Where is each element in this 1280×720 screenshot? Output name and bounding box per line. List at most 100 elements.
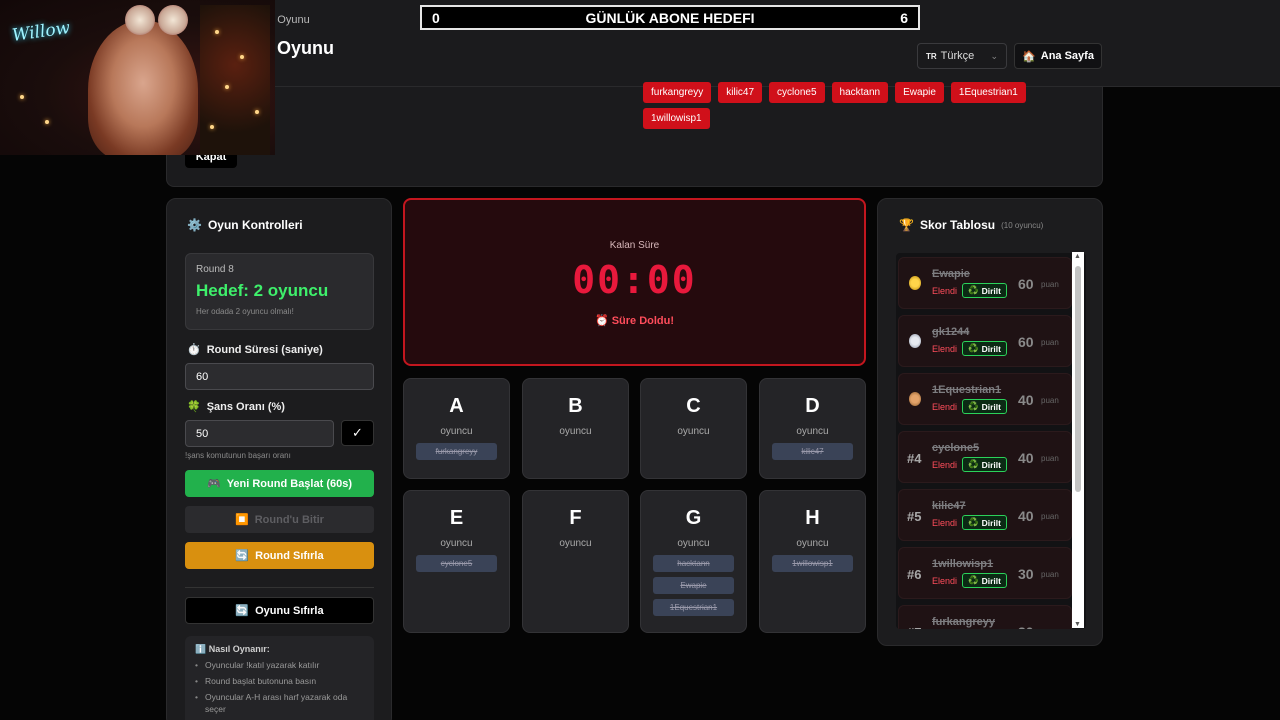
eliminated-label: Elendi [932, 460, 958, 470]
score-row: #7furkangreyyElendi♻️Dirilt30puan [898, 605, 1072, 629]
room-letter: H [805, 507, 820, 529]
room-a: Aoyuncu furkangreyy [403, 378, 510, 479]
eliminated-label: Elendi [932, 402, 958, 412]
timer-icon: ⏱️ [187, 344, 201, 356]
room-players: furkangreyy [404, 443, 509, 460]
points-unit: puan [1041, 628, 1059, 629]
rank-label: #6 [907, 567, 922, 582]
player-points: 40 [1018, 508, 1034, 524]
headband-ornament [158, 5, 188, 35]
player-chip: hacktann [653, 555, 734, 572]
player-chip: Ewapie [653, 577, 734, 594]
round-goal: Hedef: 2 oyuncu [196, 281, 329, 300]
revive-button[interactable]: ♻️ Dirilt [962, 399, 1007, 414]
eliminated-tag: cyclone5 [769, 82, 825, 103]
scoreboard-list[interactable]: Ewapie Elendi ♻️ Dirilt 60 puan gk1244 Elendi ♻️… [896, 253, 1086, 629]
timer-status: ⏰ Süre Doldu! [594, 315, 675, 327]
room-g: Goyuncu hacktann Ewapie 1Equestrian1 [640, 490, 747, 633]
language-select[interactable]: TR Türkçe ⌄ [917, 43, 1007, 69]
home-button-label: Ana Sayfa [1040, 50, 1094, 62]
gear-icon: ⚙️ [187, 218, 202, 232]
points-unit: puan [1041, 338, 1059, 347]
player-chip: 1willowisp1 [772, 555, 853, 572]
revive-button[interactable]: ♻️ Dirilt [962, 341, 1007, 356]
scroll-down-icon[interactable]: ▼ [1074, 621, 1081, 628]
timer-panel: Kalan Süre 00:00 ⏰ Süre Doldu! [403, 198, 866, 366]
revive-label: Dirilt [981, 401, 1001, 412]
howto-item: Round başlat butonuna basın [195, 675, 364, 687]
eliminated-label: Elendi [932, 286, 958, 296]
chance-input[interactable]: 50 [185, 420, 334, 447]
player-points: 30 [1018, 566, 1034, 582]
house-icon: 🏠 [1022, 50, 1036, 63]
revive-button[interactable]: ♻️ Dirilt [962, 515, 1007, 530]
room-letter: C [686, 395, 701, 417]
revive-button[interactable]: ♻️ Dirilt [962, 283, 1007, 298]
start-round-button[interactable]: 🎮 Yeni Round Başlat (60s) [185, 470, 374, 497]
player-points: 60 [1018, 276, 1034, 292]
room-players: kilic47 [760, 443, 865, 460]
home-button[interactable]: 🏠 Ana Sayfa [1014, 43, 1102, 69]
recycle-icon: ♻️ [968, 401, 979, 411]
player-chip: kilic47 [772, 443, 853, 460]
clover-icon: 🍀 [187, 401, 201, 413]
howto-item: Oyuncular A-H arası harf yazarak oda seç… [195, 691, 364, 715]
room-player-label: oyuncu [796, 426, 829, 437]
room-letter: G [685, 507, 702, 529]
room-player-label: oyuncu [559, 426, 592, 437]
player-chip: 1Equestrian1 [653, 599, 734, 616]
eliminated-label: Elendi [932, 518, 958, 528]
player-points: 40 [1018, 392, 1034, 408]
room-letter: E [449, 507, 464, 529]
player-count: (10 oyuncu) [1001, 220, 1044, 230]
room-e: Eoyuncu cyclone5 [403, 490, 510, 633]
reset-round-button[interactable]: 🔄 Round Sıfırla [185, 542, 374, 569]
chance-hint: !şans komutunun başarı oranı [185, 451, 291, 460]
revive-button[interactable]: ♻️ Dirilt [962, 457, 1007, 472]
eliminated-tag: Ewapie [895, 82, 944, 103]
revive-label: Dirilt [981, 459, 1001, 470]
player-name: Ewapie [932, 268, 970, 280]
room-player-label: oyuncu [677, 426, 710, 437]
subscriber-goal-bar: 0 GÜNLÜK ABONE HEDEFI 6 [420, 5, 920, 30]
duration-input[interactable]: 60 [185, 363, 374, 390]
room-players: cyclone5 [404, 555, 509, 572]
recycle-icon: ♻️ [968, 575, 979, 585]
player-chip: cyclone5 [416, 555, 497, 572]
chance-label: 🍀 Şans Oranı (%) [187, 400, 285, 414]
timer-label: Kalan Süre [609, 240, 660, 251]
medal-icon [909, 334, 921, 348]
room-d: Doyuncu kilic47 [759, 378, 866, 479]
score-row: #6 1willowisp1 Elendi ♻️ Dirilt 30 puan [898, 547, 1072, 599]
points-unit: puan [1041, 454, 1059, 463]
subgoal-current: 0 [432, 9, 440, 26]
room-letter: B [568, 395, 583, 417]
game-controls-panel: ⚙️ Oyun Kontrolleri Round 8 Hedef: 2 oyu… [166, 198, 392, 720]
howto-title: ℹ️ Nasıl Oynanır: [195, 644, 270, 654]
alarm-clock-icon: ⏰ [594, 315, 609, 327]
rank-label: #7 [907, 625, 921, 629]
score-row: gk1244 Elendi ♻️ Dirilt 60 puan [898, 315, 1072, 367]
webcam-overlay: Willow [0, 0, 275, 155]
finish-round-button[interactable]: ⏹️ Round'u Bitir [185, 506, 374, 533]
controls-title: ⚙️ Oyun Kontrolleri [187, 218, 303, 232]
eliminated-tag: hacktann [831, 82, 889, 103]
scoreboard-scrollbar[interactable]: ▲ ▼ [1072, 252, 1084, 628]
chance-confirm-button[interactable]: ✓ [341, 420, 374, 446]
player-chip: furkangreyy [416, 443, 497, 460]
medal-icon [909, 276, 921, 290]
scroll-thumb[interactable] [1075, 266, 1081, 492]
points-unit: puan [1041, 512, 1059, 521]
trophy-icon: 🏆 [899, 218, 914, 232]
revive-button[interactable]: ♻️ Dirilt [962, 573, 1007, 588]
room-player-label: oyuncu [440, 426, 473, 437]
flag-icon: TR [926, 51, 937, 61]
player-name: 1willowisp1 [932, 558, 994, 570]
recycle-icon: ♻️ [968, 343, 979, 353]
eliminated-tag: 1Equestrian1 [950, 82, 1026, 103]
scroll-up-icon[interactable]: ▲ [1074, 253, 1081, 260]
stop-icon: ⏹️ [235, 514, 249, 526]
reset-game-button[interactable]: 🔄 Oyunu Sıfırla [185, 597, 374, 624]
rank-label: #4 [907, 451, 922, 466]
score-row: #5 kilic47 Elendi ♻️ Dirilt 40 puan [898, 489, 1072, 541]
